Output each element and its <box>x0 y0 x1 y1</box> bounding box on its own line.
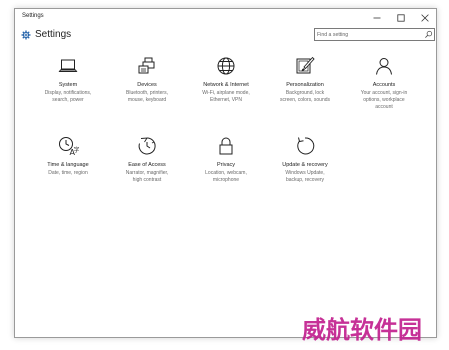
paint-brush-icon <box>296 56 315 74</box>
tile-description: Your account, sign-in options, workplace… <box>360 90 408 110</box>
time-language-tile[interactable]: A 字 Time & language Date, time, region <box>30 129 106 199</box>
title-bar[interactable]: Settings <box>15 9 436 26</box>
accounts-tile[interactable]: Accounts Your account, sign-in options, … <box>346 49 422 119</box>
tile-title: Update & recovery <box>282 162 328 168</box>
gear-icon <box>21 30 31 40</box>
tile-description: Bluetooth, printers, mouse, keyboard <box>126 90 168 103</box>
tile-title: Network & Internet <box>203 82 249 88</box>
time-language-icon: A 字 <box>59 137 80 157</box>
window-title: Settings <box>22 13 44 19</box>
tile-title: Time & language <box>47 162 89 168</box>
tile-description: Date, time, region <box>48 170 88 176</box>
printer-keyboard-icon <box>138 57 155 74</box>
tile-description: Location, webcam, microphone <box>205 170 247 183</box>
ease-of-access-tile[interactable]: Ease of Access Narrator, magnifier, high… <box>109 129 185 199</box>
settings-categories: System Display, notifications, search, p… <box>15 49 436 337</box>
laptop-icon <box>58 59 78 72</box>
tile-title: System <box>58 82 78 88</box>
privacy-tile[interactable]: Privacy Location, webcam, microphone <box>188 129 264 199</box>
close-button[interactable] <box>413 9 436 26</box>
tile-description: Display, notifications, search, power <box>44 90 92 103</box>
network-internet-tile[interactable]: Network & Internet Wi-Fi, airplane mode,… <box>188 49 264 119</box>
svg-text:字: 字 <box>74 146 80 154</box>
devices-tile[interactable]: Devices Bluetooth, printers, mouse, keyb… <box>109 49 185 119</box>
tile-description: Background, lock screen, colors, sounds <box>279 90 331 103</box>
search-icon[interactable] <box>424 30 433 39</box>
maximize-icon <box>397 13 405 22</box>
tile-title: Devices <box>137 82 157 88</box>
tile-title: Ease of Access <box>128 162 166 168</box>
search-box[interactable] <box>314 28 435 41</box>
personalization-tile[interactable]: Personalization Background, lock screen,… <box>267 49 343 119</box>
tile-description: Narrator, magnifier, high contrast <box>125 170 169 183</box>
tile-description: Windows Update, backup, recovery <box>285 170 325 183</box>
settings-window: Settings Settings Find a setting System … <box>14 8 437 338</box>
globe-icon <box>217 57 235 75</box>
minimize-icon <box>373 17 381 18</box>
lock-icon <box>219 137 233 155</box>
system-tile[interactable]: System Display, notifications, search, p… <box>30 49 106 119</box>
settings-header: Settings <box>15 26 436 44</box>
person-icon <box>376 58 392 75</box>
watermark-logo: 威航软件园 <box>302 316 422 344</box>
ease-of-access-icon <box>138 137 156 155</box>
close-icon <box>421 13 429 22</box>
maximize-button[interactable] <box>389 9 413 26</box>
tile-description: Wi-Fi, airplane mode, Ethernet, VPN <box>202 90 250 103</box>
tile-title: Personalization <box>286 82 324 88</box>
page-title: Settings <box>35 29 72 40</box>
refresh-icon <box>297 137 315 155</box>
update-recovery-tile[interactable]: Update & recovery Windows Update, backup… <box>267 129 343 199</box>
tile-title: Privacy <box>216 162 236 168</box>
search-input[interactable] <box>317 29 421 40</box>
tile-title: Accounts <box>372 82 396 88</box>
minimize-button[interactable] <box>365 9 389 26</box>
